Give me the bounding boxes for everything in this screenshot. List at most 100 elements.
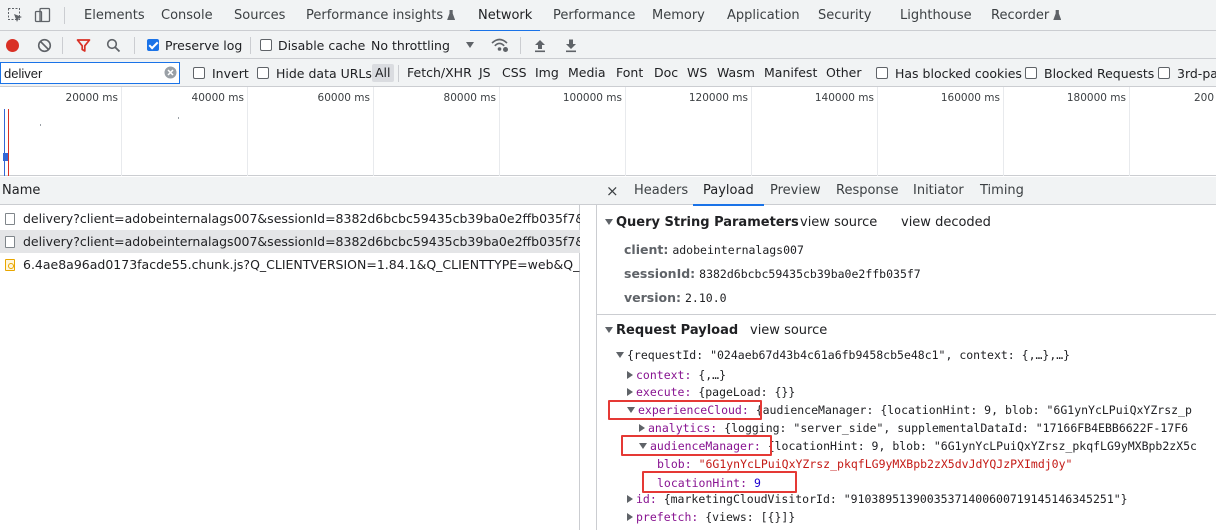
tick-label: 100000 ms (562, 92, 622, 104)
payload-node-prefetch[interactable]: prefetch: {views: [{}]} (627, 510, 795, 524)
filter-bar: Invert Hide data URLs All Fetch/XHR JS C… (0, 59, 1216, 87)
dropdown-arrow-icon (465, 42, 474, 48)
highlight-box-experience-cloud (608, 400, 762, 420)
record-icon[interactable] (5, 38, 20, 53)
request-row-selected[interactable]: delivery?client=adobeinternalags007&sess… (0, 230, 580, 253)
has-blocked-cookies-checkbox[interactable]: Has blocked cookies (876, 59, 1022, 87)
collapsed-arrow-icon (627, 388, 633, 396)
close-detail-icon[interactable]: × (606, 177, 619, 205)
tab-response[interactable]: Response (836, 177, 898, 205)
throttling-select[interactable]: No throttling (371, 31, 475, 59)
tab-elements[interactable]: Elements (84, 0, 145, 31)
checkbox-unchecked[interactable] (1025, 67, 1037, 79)
filter-type-all[interactable]: All (372, 64, 394, 82)
import-har-icon[interactable] (533, 38, 547, 53)
detail-tabs: × Headers Payload Preview Response Initi… (597, 177, 1216, 206)
filter-type-ws[interactable]: WS (687, 59, 707, 87)
request-payload-section-toggle[interactable]: Request Payload (605, 323, 738, 338)
query-string-section-toggle[interactable]: Query String Parameters (605, 215, 799, 230)
collapsed-arrow-icon (627, 371, 633, 379)
tab-console[interactable]: Console (161, 0, 213, 31)
panel-splitter[interactable] (580, 177, 597, 530)
tick-label: 40000 ms (191, 92, 244, 104)
filter-type-other[interactable]: Other (826, 59, 862, 87)
tab-security[interactable]: Security (818, 0, 871, 31)
filter-type-fetch-xhr[interactable]: Fetch/XHR (407, 59, 472, 87)
query-param: version: 2.10.0 (624, 290, 727, 305)
request-row[interactable]: delivery?client=adobeinternalags007&sess… (0, 207, 580, 230)
request-row[interactable]: 6.4ae8a96ad0173facde55.chunk.js?Q_CLIENT… (0, 253, 580, 276)
query-view-decoded-link[interactable]: view decoded (901, 215, 991, 230)
timeline-overview[interactable]: 20000 ms 40000 ms 60000 ms 80000 ms 1000… (0, 87, 1216, 176)
filter-type-img[interactable]: Img (535, 59, 559, 87)
script-file-icon (5, 259, 15, 271)
blocked-requests-checkbox[interactable]: Blocked Requests (1025, 59, 1154, 87)
tab-lighthouse[interactable]: Lighthouse (900, 0, 972, 31)
tick-label: 20000 ms (65, 92, 118, 104)
checkbox-unchecked[interactable] (876, 67, 888, 79)
highlight-box-audience-manager (621, 435, 772, 456)
payload-node-id[interactable]: id: {marketingCloudVisitorId: "910389513… (627, 492, 1128, 506)
hide-data-urls-checkbox[interactable]: Hide data URLs (257, 59, 372, 87)
filter-type-font[interactable]: Font (616, 59, 643, 87)
filter-type-wasm[interactable]: Wasm (717, 59, 755, 87)
checkbox-checked[interactable] (147, 39, 159, 51)
filter-type-js[interactable]: JS (479, 59, 491, 87)
name-column-header[interactable]: Name (0, 177, 580, 205)
devtools-tab-bar: Elements Console Sources Performance ins… (0, 0, 1216, 32)
request-bar (40, 124, 41, 126)
search-icon[interactable] (106, 38, 121, 53)
experiment-flask-icon (447, 10, 456, 20)
checkbox-unchecked[interactable] (1158, 67, 1170, 79)
payload-root-node[interactable]: {requestId: "024aeb67d43b4c61a6fb9458cb5… (616, 348, 1070, 362)
tab-preview[interactable]: Preview (770, 177, 821, 205)
collapsed-arrow-icon (627, 495, 633, 503)
tab-application[interactable]: Application (727, 0, 800, 31)
disable-cache-checkbox[interactable]: Disable cache (260, 31, 365, 59)
tick-label: 200 (1193, 92, 1214, 104)
tab-initiator[interactable]: Initiator (913, 177, 964, 205)
tab-sources[interactable]: Sources (234, 0, 285, 31)
tab-network[interactable]: Network (469, 0, 541, 32)
filter-icon[interactable] (76, 38, 91, 53)
tick-label: 160000 ms (940, 92, 1000, 104)
preserve-log-checkbox[interactable]: Preserve log (147, 31, 242, 59)
network-conditions-icon[interactable] (490, 37, 509, 53)
tick-label: 120000 ms (688, 92, 748, 104)
tab-performance[interactable]: Performance (553, 0, 635, 31)
tab-recorder[interactable]: Recorder (991, 0, 1062, 31)
payload-node-execute[interactable]: execute: {pageLoad: {}} (627, 385, 795, 399)
checkbox-unchecked[interactable] (193, 67, 205, 79)
device-toolbar-icon[interactable] (34, 7, 51, 24)
checkbox-unchecked[interactable] (257, 67, 269, 79)
clear-icon[interactable] (37, 38, 52, 53)
expanded-arrow-icon (605, 327, 613, 333)
filter-input[interactable] (0, 62, 180, 84)
third-party-checkbox[interactable]: 3rd-pa (1158, 59, 1216, 87)
tab-performance-insights[interactable]: Performance insights (306, 0, 456, 31)
document-icon (5, 213, 15, 225)
tab-payload[interactable]: Payload (693, 177, 764, 206)
filter-type-css[interactable]: CSS (502, 59, 527, 87)
export-har-icon[interactable] (564, 38, 578, 53)
invert-checkbox[interactable]: Invert (193, 59, 249, 87)
filter-type-manifest[interactable]: Manifest (764, 59, 817, 87)
filter-type-doc[interactable]: Doc (654, 59, 678, 87)
tab-memory[interactable]: Memory (652, 0, 705, 31)
filter-type-media[interactable]: Media (568, 59, 606, 87)
tick-label: 80000 ms (443, 92, 496, 104)
tab-timing[interactable]: Timing (980, 177, 1024, 205)
inspect-element-icon[interactable] (7, 7, 24, 24)
request-detail-panel: × Headers Payload Preview Response Initi… (597, 177, 1216, 530)
query-view-source-link[interactable]: view source (800, 215, 877, 230)
load-event-marker (8, 109, 9, 176)
payload-node-analytics[interactable]: analytics: {logging: "server_side", supp… (639, 421, 1188, 435)
tab-headers[interactable]: Headers (634, 177, 688, 205)
checkbox-unchecked[interactable] (260, 39, 272, 51)
payload-node-context[interactable]: context: {,…} (627, 368, 726, 382)
collapsed-arrow-icon (639, 424, 645, 432)
clear-filter-icon[interactable] (164, 66, 177, 79)
query-param: client: adobeinternalags007 (624, 242, 804, 257)
payload-view-source-link[interactable]: view source (750, 323, 827, 338)
request-bar (3, 153, 8, 161)
